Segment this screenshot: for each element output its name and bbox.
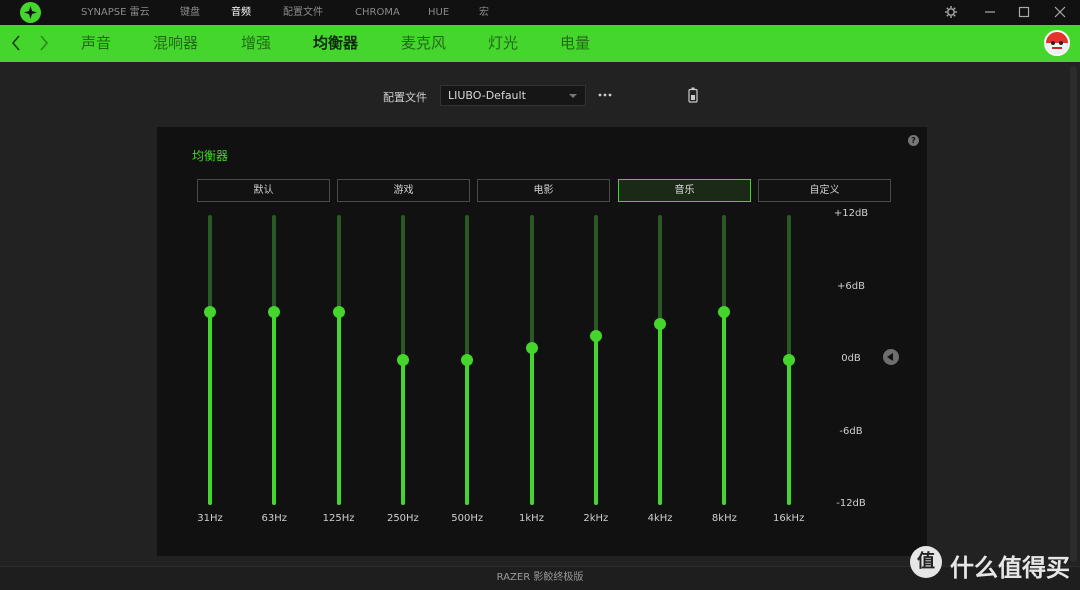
eq-frequency-label: 8kHz [711,513,737,524]
device-name: RAZER 影鲛终极版 [496,572,584,583]
topnav-profiles[interactable]: 配置文件 [283,0,323,25]
audio-tab-bar: 声音 混响器 增强 均衡器 麦克风 灯光 电量 [0,25,1080,62]
db-label: +6dB [837,280,865,292]
eq-slider-knob[interactable] [332,305,345,318]
eq-band-500Hz: 500Hz [437,127,497,556]
eq-slider-fill [722,311,727,505]
db-label: -6dB [839,425,863,437]
eq-slider-fill [529,347,534,505]
eq-slider-fill [593,335,598,505]
chevron-down-icon [569,94,577,98]
title-bar: SYNAPSE 雷云 键盘 音频 配置文件 CHROMA HUE 宏 [0,0,1080,25]
eq-slider-fill [336,311,341,505]
eq-frequency-label: 250Hz [386,513,419,524]
eq-frequency-label: 31Hz [197,513,223,524]
app-window: SYNAPSE 雷云 键盘 音频 配置文件 CHROMA HUE 宏 声音 混响… [0,0,1080,590]
topnav-synapse[interactable]: SYNAPSE 雷云 [81,0,150,25]
eq-slider-knob[interactable] [268,305,281,318]
eq-frequency-label: 1kHz [519,513,544,524]
eq-frequency-label: 2kHz [583,513,609,524]
eq-band-2kHz: 2kHz [566,127,626,556]
eq-slider-fill [658,323,663,505]
eq-slider-knob[interactable] [461,354,474,366]
topnav-keyboard[interactable]: 键盘 [180,0,200,25]
eq-slider-fill [208,311,212,505]
help-icon[interactable]: ? [908,135,919,146]
eq-frequency-label: 500Hz [451,513,484,524]
db-label: 0dB [841,353,861,364]
equalizer-panel: 均衡器 ? 默认 游戏 电影 音乐 自定义 31Hz 63Hz 125Hz 250Hz… [157,127,927,556]
eq-band-31Hz: 31Hz [180,127,240,556]
topnav-audio[interactable]: 音频 [231,0,251,25]
more-options-icon[interactable] [597,87,613,103]
eq-band-4kHz: 4kHz [630,127,690,556]
eq-frequency-label: 125Hz [322,513,355,524]
eq-slider-knob[interactable] [782,354,795,366]
eq-band-8kHz: 8kHz [694,127,754,556]
user-avatar[interactable] [1044,30,1070,56]
eq-slider-knob[interactable] [589,329,602,342]
scrollbar[interactable] [1070,66,1077,562]
eq-slider-fill [465,360,470,505]
profile-dropdown[interactable]: LIUBO-Default [440,85,586,106]
close-icon[interactable] [1052,4,1068,20]
eq-slider-knob[interactable] [396,354,409,366]
tab-lighting[interactable]: 灯光 [488,25,518,62]
tab-microphone[interactable]: 麦克风 [401,25,446,62]
watermark-text: 什么值得买 [950,554,1070,582]
watermark-icon [910,546,942,578]
eq-slider-knob[interactable] [654,317,667,330]
db-label: -12dB [836,498,866,509]
eq-slider-fill [786,360,791,505]
tab-equalizer[interactable]: 均衡器 [313,25,358,62]
eq-slider-fill [400,360,405,505]
tab-mixer[interactable]: 混响器 [153,25,198,62]
eq-band-16kHz: 16kHz [759,127,819,556]
eq-band-125Hz: 125Hz [309,127,369,556]
eq-frequency-label: 16kHz [773,513,805,524]
forward-arrow-icon[interactable] [36,33,52,53]
db-label: +12dB [833,208,869,219]
tab-power[interactable]: 电量 [560,25,590,62]
eq-band-63Hz: 63Hz [244,127,304,556]
eq-slider-knob[interactable] [525,341,538,354]
eq-band-250Hz: 250Hz [373,127,433,556]
collapse-arrow-icon[interactable] [883,349,899,365]
settings-gear-icon[interactable] [943,4,959,20]
eq-frequency-label: 4kHz [647,513,673,524]
topnav-macro[interactable]: 宏 [479,0,489,25]
eq-frequency-label: 63Hz [261,513,288,524]
razer-logo-icon[interactable] [20,2,41,23]
battery-icon [688,87,698,103]
minimize-icon[interactable] [982,4,998,20]
eq-slider-fill [272,311,277,505]
topnav-chroma[interactable]: CHROMA [355,0,400,25]
watermark-logo: 什么值得买 [910,546,1075,582]
eq-slider-knob[interactable] [718,305,731,318]
maximize-icon[interactable] [1016,4,1032,20]
back-arrow-icon[interactable] [8,33,24,53]
profile-dropdown-value: LIUBO-Default [448,89,526,102]
eq-band-1kHz: 1kHz [502,127,562,556]
tab-sound[interactable]: 声音 [81,25,111,62]
tab-enhancement[interactable]: 增强 [241,25,271,62]
profile-label: 配置文件 [383,91,427,104]
eq-slider-knob[interactable] [204,305,216,318]
topnav-hue[interactable]: HUE [428,0,449,25]
